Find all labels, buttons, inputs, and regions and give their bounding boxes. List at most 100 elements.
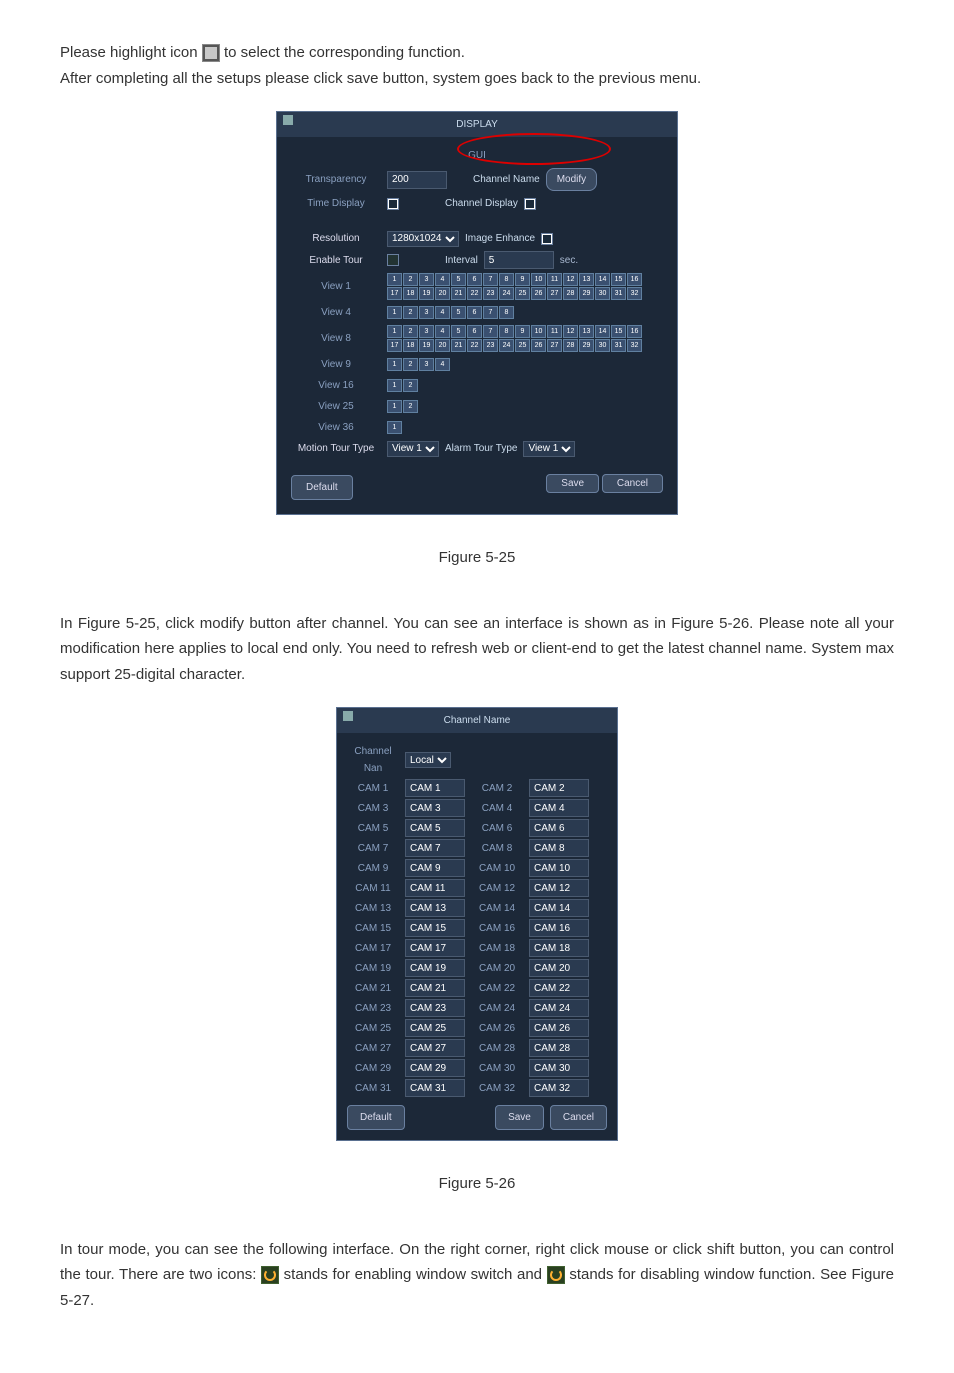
grid-cell[interactable]: 28 [563,287,578,300]
view36-grid[interactable]: 1 [387,421,402,434]
grid-cell[interactable]: 2 [403,273,418,286]
default-button[interactable]: Default [291,475,353,500]
grid-cell[interactable]: 32 [627,287,642,300]
modify-button[interactable]: Modify [546,168,597,191]
grid-cell[interactable]: 26 [531,339,546,352]
grid-cell[interactable]: 8 [499,325,514,338]
cam-input[interactable] [405,1039,465,1057]
grid-cell[interactable]: 26 [531,287,546,300]
grid-cell[interactable]: 1 [387,325,402,338]
grid-cell[interactable]: 1 [387,306,402,319]
grid-cell[interactable]: 4 [435,358,450,371]
cancel-button[interactable]: Cancel [602,474,663,493]
cam-input[interactable] [405,999,465,1017]
grid-cell[interactable]: 4 [435,273,450,286]
cam-input[interactable] [529,1059,589,1077]
grid-cell[interactable]: 17 [387,339,402,352]
grid-cell[interactable]: 30 [595,339,610,352]
grid-cell[interactable]: 8 [499,273,514,286]
timedisplay-checkbox[interactable] [387,198,399,210]
grid-cell[interactable]: 7 [483,273,498,286]
grid-cell[interactable]: 1 [387,358,402,371]
grid-cell[interactable]: 23 [483,339,498,352]
grid-cell[interactable]: 22 [467,287,482,300]
cam-input[interactable] [529,979,589,997]
grid-cell[interactable]: 11 [547,273,562,286]
grid-cell[interactable]: 2 [403,325,418,338]
grid-cell[interactable]: 12 [563,273,578,286]
grid-cell[interactable]: 32 [627,339,642,352]
cam-input[interactable] [405,779,465,797]
imageenhance-checkbox[interactable] [541,233,553,245]
cam-input[interactable] [405,819,465,837]
grid-cell[interactable]: 1 [387,421,402,434]
grid-cell[interactable]: 5 [451,306,466,319]
grid-cell[interactable]: 5 [451,325,466,338]
grid-cell[interactable]: 1 [387,273,402,286]
grid-cell[interactable]: 3 [419,306,434,319]
grid-cell[interactable]: 4 [435,306,450,319]
cn-cancel-button[interactable]: Cancel [550,1105,607,1130]
grid-cell[interactable]: 29 [579,339,594,352]
grid-cell[interactable]: 5 [451,273,466,286]
transparency-input[interactable] [387,171,447,189]
grid-cell[interactable]: 7 [483,325,498,338]
alarmtour-select[interactable]: View 1 [523,441,575,457]
cam-input[interactable] [405,899,465,917]
grid-cell[interactable]: 17 [387,287,402,300]
channeldisplay-checkbox[interactable] [524,198,536,210]
grid-cell[interactable]: 12 [563,325,578,338]
cam-input[interactable] [529,959,589,977]
interval-input[interactable] [484,251,554,269]
grid-cell[interactable]: 19 [419,287,434,300]
grid-cell[interactable]: 1 [387,400,402,413]
cam-input[interactable] [405,879,465,897]
view1-grid[interactable]: 1234567891011121314151617181920212223242… [387,273,647,300]
grid-cell[interactable]: 2 [403,379,418,392]
cam-input[interactable] [529,999,589,1017]
grid-cell[interactable]: 6 [467,325,482,338]
view16-grid[interactable]: 12 [387,379,418,392]
grid-cell[interactable]: 19 [419,339,434,352]
cn-default-button[interactable]: Default [347,1105,405,1130]
view25-grid[interactable]: 12 [387,400,418,413]
grid-cell[interactable]: 31 [611,287,626,300]
grid-cell[interactable]: 2 [403,306,418,319]
grid-cell[interactable]: 2 [403,358,418,371]
grid-cell[interactable]: 9 [515,325,530,338]
motiontour-select[interactable]: View 1 [387,441,439,457]
grid-cell[interactable]: 6 [467,306,482,319]
grid-cell[interactable]: 29 [579,287,594,300]
grid-cell[interactable]: 10 [531,325,546,338]
grid-cell[interactable]: 30 [595,287,610,300]
grid-cell[interactable]: 16 [627,273,642,286]
save-button[interactable]: Save [546,474,599,493]
grid-cell[interactable]: 10 [531,273,546,286]
resolution-select[interactable]: 1280x1024 [387,231,459,247]
cam-input[interactable] [405,799,465,817]
grid-cell[interactable]: 3 [419,273,434,286]
cam-input[interactable] [405,859,465,877]
grid-cell[interactable]: 20 [435,287,450,300]
grid-cell[interactable]: 6 [467,273,482,286]
grid-cell[interactable]: 13 [579,273,594,286]
grid-cell[interactable]: 7 [483,306,498,319]
grid-cell[interactable]: 18 [403,339,418,352]
grid-cell[interactable]: 22 [467,339,482,352]
cam-input[interactable] [529,1019,589,1037]
view4-grid[interactable]: 12345678 [387,306,514,319]
view8-grid[interactable]: 1234567891011121314151617181920212223242… [387,325,647,352]
grid-cell[interactable]: 11 [547,325,562,338]
grid-cell[interactable]: 4 [435,325,450,338]
cam-input[interactable] [405,839,465,857]
cam-input[interactable] [529,939,589,957]
grid-cell[interactable]: 14 [595,273,610,286]
enabletour-checkbox[interactable] [387,254,399,266]
grid-cell[interactable]: 3 [419,325,434,338]
cam-input[interactable] [405,1019,465,1037]
grid-cell[interactable]: 31 [611,339,626,352]
cam-input[interactable] [529,1039,589,1057]
cn-save-button[interactable]: Save [495,1105,544,1130]
grid-cell[interactable]: 24 [499,287,514,300]
grid-cell[interactable]: 23 [483,287,498,300]
